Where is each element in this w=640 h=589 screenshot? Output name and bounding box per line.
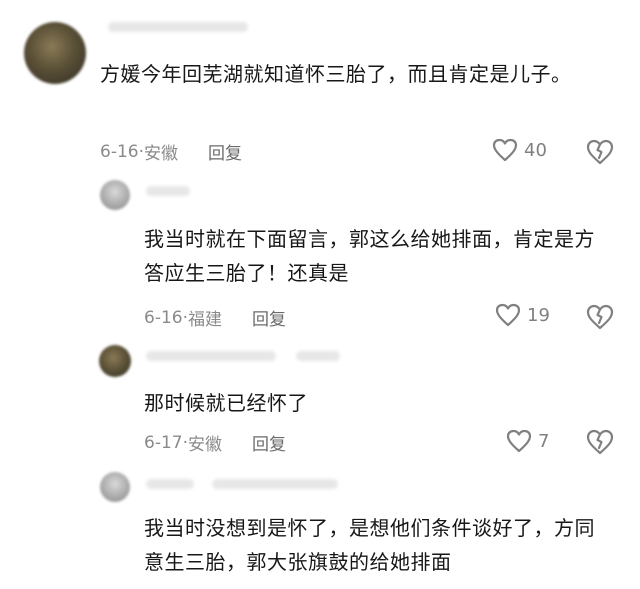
comment-text: 我当时就在下面留言，郭这么给她排面，肯定是方答应生三胎了！还真是 — [144, 227, 595, 285]
reply-button[interactable]: 回复 — [252, 305, 286, 330]
username-blurred[interactable] — [108, 22, 248, 32]
comment-date: 6-16 — [144, 307, 183, 328]
broken-heart-icon — [586, 139, 614, 165]
like-button[interactable]: 40 — [492, 138, 547, 162]
comment-meta: 6-17 · 安徽 回复 — [144, 430, 286, 456]
username-blurred[interactable] — [146, 186, 190, 196]
broken-heart-icon — [586, 429, 614, 455]
comment-location: 安徽 — [188, 435, 222, 455]
username-blurred[interactable] — [146, 479, 194, 489]
avatar[interactable] — [24, 22, 86, 84]
like-count: 7 — [538, 430, 550, 452]
comment-text: 那时候就已经怀了 — [144, 391, 308, 415]
dislike-button[interactable] — [586, 429, 614, 455]
avatar[interactable] — [100, 180, 130, 210]
broken-heart-icon — [586, 304, 614, 330]
username-blurred[interactable] — [146, 351, 276, 361]
like-button[interactable]: 19 — [495, 303, 550, 327]
comment-meta: 6-16 · 福建 回复 — [144, 305, 286, 331]
comment-location: 福建 — [188, 310, 222, 330]
dislike-button[interactable] — [586, 139, 614, 165]
heart-outline-icon — [506, 429, 532, 453]
heart-outline-icon — [492, 138, 518, 162]
comment-date: 6-16 — [100, 141, 139, 162]
comment-location: 安徽 — [144, 144, 178, 164]
reply-button[interactable]: 回复 — [208, 139, 242, 164]
dislike-button[interactable] — [586, 304, 614, 330]
comment-meta: 6-16 · 安徽 回复 — [100, 139, 242, 165]
comment-text: 我当时没想到是怀了，是想他们条件谈好了，方同意生三胎，郭大张旗鼓的给她排面 — [144, 516, 595, 574]
comment-text: 方媛今年回芜湖就知道怀三胎了，而且肯定是儿子。 — [100, 62, 572, 86]
reply-target-blurred[interactable] — [296, 351, 340, 361]
comment-date: 6-17 — [144, 432, 183, 453]
reply-target-blurred[interactable] — [212, 479, 338, 489]
like-button[interactable]: 7 — [506, 429, 549, 453]
reply-button[interactable]: 回复 — [252, 430, 286, 455]
like-count: 40 — [524, 139, 547, 161]
avatar[interactable] — [99, 345, 131, 377]
heart-outline-icon — [495, 303, 521, 327]
avatar[interactable] — [100, 472, 130, 502]
like-count: 19 — [527, 304, 550, 326]
